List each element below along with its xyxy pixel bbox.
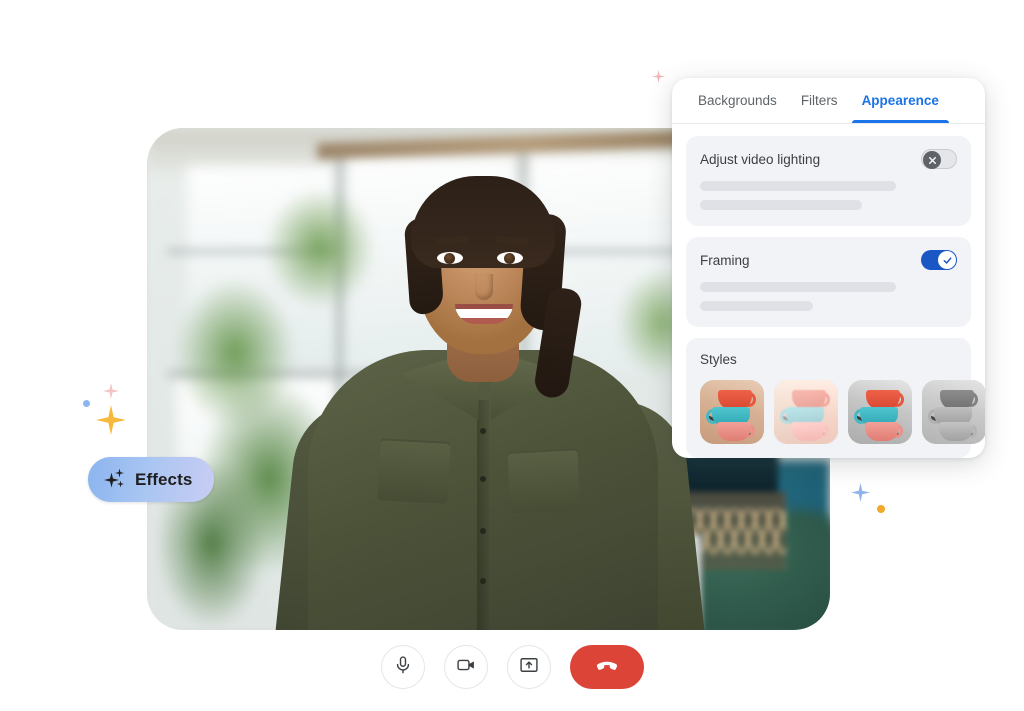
sparkle-yellow-left-icon (96, 405, 126, 435)
tab-backgrounds-label: Backgrounds (698, 93, 777, 108)
placeholder-line (700, 282, 896, 292)
phone-hangup-icon (593, 651, 621, 684)
effects-button[interactable]: Effects (88, 457, 215, 502)
styles-label: Styles (700, 352, 737, 367)
styles-card: Styles (686, 338, 985, 458)
app-canvas: Effects Backgrounds Filters Appearence A… (0, 0, 1024, 711)
dot-blue-left-icon (83, 400, 90, 407)
styles-thumbnail-list (700, 380, 985, 444)
check-icon (938, 251, 956, 269)
placeholder-line (700, 301, 813, 311)
camera-button[interactable] (443, 645, 488, 689)
close-icon (923, 151, 941, 169)
adjust-video-lighting-label: Adjust video lighting (700, 151, 821, 167)
style-contrast-thumbnail[interactable] (848, 380, 912, 444)
tab-filters-label: Filters (800, 93, 838, 108)
style-original-thumbnail[interactable] (700, 380, 764, 444)
tab-backgrounds[interactable]: Backgrounds (686, 78, 789, 123)
framing-label: Framing (700, 252, 750, 268)
tab-appearence[interactable]: Appearence (850, 78, 951, 123)
tab-filters[interactable]: Filters (789, 78, 850, 123)
effects-settings-panel: Backgrounds Filters Appearence Adjust vi… (672, 78, 985, 458)
present-screen-icon (519, 655, 539, 680)
placeholder-line (700, 200, 862, 210)
placeholder-line (700, 181, 896, 191)
tab-appearence-label: Appearence (861, 93, 939, 108)
sparkle-pink-top-icon (652, 70, 665, 83)
video-camera-icon (456, 655, 476, 680)
dot-orange-right-icon (877, 505, 885, 513)
adjust-video-lighting-toggle[interactable] (921, 149, 957, 169)
panel-body: Adjust video lighting Framing Styles (672, 124, 985, 458)
sparkle-icon (104, 468, 126, 491)
framing-card: Framing (686, 237, 971, 327)
adjust-video-lighting-card: Adjust video lighting (686, 136, 971, 226)
style-soft-thumbnail[interactable] (774, 380, 838, 444)
microphone-button[interactable] (380, 645, 425, 689)
panel-tabs: Backgrounds Filters Appearence (672, 78, 985, 124)
sparkle-pink-left-icon (103, 383, 119, 399)
present-screen-button[interactable] (506, 645, 551, 689)
call-controls (0, 645, 1024, 689)
microphone-icon (393, 655, 413, 680)
end-call-button[interactable] (569, 645, 644, 689)
style-mono-thumbnail[interactable] (922, 380, 985, 444)
framing-toggle[interactable] (921, 250, 957, 270)
sparkle-blue-right-icon (851, 483, 870, 502)
effects-button-label: Effects (135, 469, 193, 489)
